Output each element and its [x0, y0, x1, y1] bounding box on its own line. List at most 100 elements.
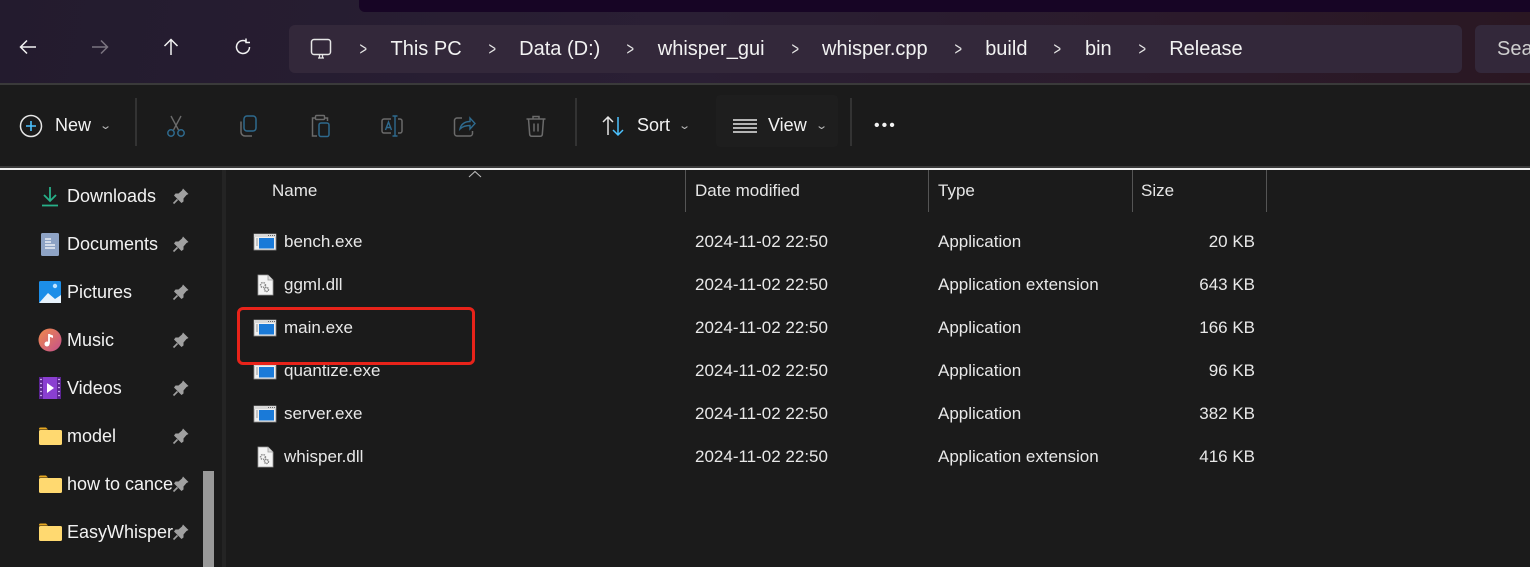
sidebar-item-label: how to cance: [67, 473, 174, 494]
more-options-button[interactable]: •••: [874, 85, 897, 166]
column-header-date[interactable]: Date modified: [695, 170, 800, 212]
sidebar-item-easywhisper[interactable]: EasyWhisper: [38, 508, 208, 556]
download-icon: [38, 184, 62, 208]
file-row-whisper-dll[interactable]: whisper.dll 2024-11-02 22:50 Application e…: [226, 435, 1530, 478]
column-header-size[interactable]: Size: [1141, 170, 1174, 212]
file-date: 2024-11-02 22:50: [695, 317, 828, 337]
paste-icon: [307, 113, 333, 139]
up-button[interactable]: [156, 34, 186, 64]
breadcrumb-whisper-cpp[interactable]: whisper.cpp: [822, 38, 928, 61]
sidebar-item-music[interactable]: Music: [38, 316, 208, 364]
breadcrumb-separator[interactable]: >: [954, 40, 961, 58]
pin-icon[interactable]: [172, 379, 190, 397]
breadcrumb-this-pc[interactable]: This PC: [391, 38, 462, 61]
pin-icon[interactable]: [172, 235, 190, 253]
column-header-name[interactable]: Name: [272, 170, 317, 212]
title-bar: > This PC > Data (D:) > whisper_gui > wh…: [0, 0, 1530, 83]
rename-button[interactable]: [379, 85, 405, 166]
sort-icon: [600, 113, 626, 139]
column-header-type[interactable]: Type: [938, 170, 975, 212]
plus-circle-icon: [18, 113, 44, 139]
pin-icon[interactable]: [172, 331, 190, 349]
file-size: 20 KB: [1208, 231, 1255, 251]
breadcrumb-release[interactable]: Release: [1169, 38, 1242, 61]
breadcrumb-bin[interactable]: bin: [1085, 38, 1112, 61]
column-divider[interactable]: [928, 170, 929, 212]
file-date: 2024-11-02 22:50: [695, 360, 828, 380]
delete-button[interactable]: [523, 85, 549, 166]
file-date: 2024-11-02 22:50: [695, 274, 828, 294]
column-divider[interactable]: [685, 170, 686, 212]
breadcrumb-separator[interactable]: >: [1138, 40, 1145, 58]
pin-icon[interactable]: [172, 283, 190, 301]
file-name-cell: ggml.dll: [253, 263, 343, 306]
pictures-icon: [38, 280, 62, 304]
breadcrumb-separator[interactable]: >: [1054, 40, 1061, 58]
file-size: 416 KB: [1199, 446, 1255, 466]
application-icon: [253, 402, 277, 426]
sidebar-item-how-to-cance[interactable]: how to cance: [38, 460, 208, 508]
sidebar-item-model[interactable]: model: [38, 412, 208, 460]
paste-button[interactable]: [307, 85, 333, 166]
sidebar-item-label: Videos: [67, 377, 122, 398]
breadcrumb-whisper-gui[interactable]: whisper_gui: [658, 38, 765, 61]
pin-icon[interactable]: [172, 523, 190, 541]
folder-icon: [38, 424, 62, 448]
breadcrumb-separator[interactable]: >: [627, 40, 634, 58]
sort-ascending-icon: [468, 170, 482, 178]
file-type: Application extension: [938, 274, 1099, 294]
new-button[interactable]: New ⌄: [18, 85, 112, 166]
file-date: 2024-11-02 22:50: [695, 446, 828, 466]
file-type: Application: [938, 317, 1022, 337]
sidebar-scrollbar[interactable]: [203, 471, 214, 567]
breadcrumb-separator[interactable]: >: [791, 40, 798, 58]
folder-icon: [38, 520, 62, 544]
sidebar-item-label: Downloads: [67, 185, 157, 206]
copy-button[interactable]: [235, 85, 261, 166]
sidebar-item-videos[interactable]: Videos: [38, 364, 208, 412]
breadcrumb-separator[interactable]: >: [360, 40, 367, 58]
file-name-cell: server.exe: [253, 392, 362, 435]
dll-file-icon: [253, 445, 277, 469]
file-date: 2024-11-02 22:50: [695, 231, 828, 251]
forward-button[interactable]: [85, 34, 115, 64]
back-button[interactable]: [13, 34, 43, 64]
sidebar-item-documents[interactable]: Documents: [38, 220, 208, 268]
search-placeholder: Sea: [1497, 37, 1530, 60]
file-name-cell: whisper.dll: [253, 435, 363, 478]
sidebar-item-pictures[interactable]: Pictures: [38, 268, 208, 316]
pin-icon[interactable]: [172, 187, 190, 205]
file-row-ggml-dll[interactable]: ggml.dll 2024-11-02 22:50 Application exte…: [226, 263, 1530, 306]
sort-button[interactable]: Sort ⌄: [600, 85, 691, 166]
column-header-label: Type: [938, 181, 975, 200]
videos-icon: [38, 376, 62, 400]
pin-icon[interactable]: [172, 427, 190, 445]
address-bar[interactable]: > This PC > Data (D:) > whisper_gui > wh…: [289, 25, 1462, 73]
refresh-icon: [232, 36, 254, 63]
file-row-server-exe[interactable]: server.exe 2024-11-02 22:50 Application 382…: [226, 392, 1530, 435]
cut-button[interactable]: [163, 85, 189, 166]
refresh-button[interactable]: [228, 34, 258, 64]
pin-icon[interactable]: [172, 475, 190, 493]
file-type: Application: [938, 360, 1022, 380]
rename-icon: [379, 113, 405, 139]
sidebar-item-label: Pictures: [67, 281, 133, 302]
file-size: 166 KB: [1199, 317, 1255, 337]
share-button[interactable]: [451, 85, 477, 166]
file-date: 2024-11-02 22:50: [695, 403, 828, 423]
breadcrumb-data-d[interactable]: Data (D:): [519, 38, 600, 61]
folder-icon: [38, 472, 62, 496]
sidebar-item-label: Documents: [67, 233, 159, 254]
chevron-down-icon: ⌄: [814, 120, 828, 132]
view-button[interactable]: View ⌄: [732, 85, 828, 166]
breadcrumb-separator[interactable]: >: [488, 40, 495, 58]
column-divider[interactable]: [1132, 170, 1133, 212]
sidebar-item-downloads[interactable]: Downloads: [38, 172, 208, 220]
monitor-icon[interactable]: [309, 37, 333, 61]
column-divider[interactable]: [1266, 170, 1267, 212]
search-input[interactable]: Sea: [1475, 25, 1530, 73]
breadcrumb-build[interactable]: build: [985, 38, 1027, 61]
file-row-bench-exe[interactable]: bench.exe 2024-11-02 22:50 Application 20 K…: [226, 220, 1530, 263]
sidebar-item-label: model: [67, 425, 117, 446]
file-list: Name Date modified Type Size bench.exe 20…: [226, 170, 1530, 567]
